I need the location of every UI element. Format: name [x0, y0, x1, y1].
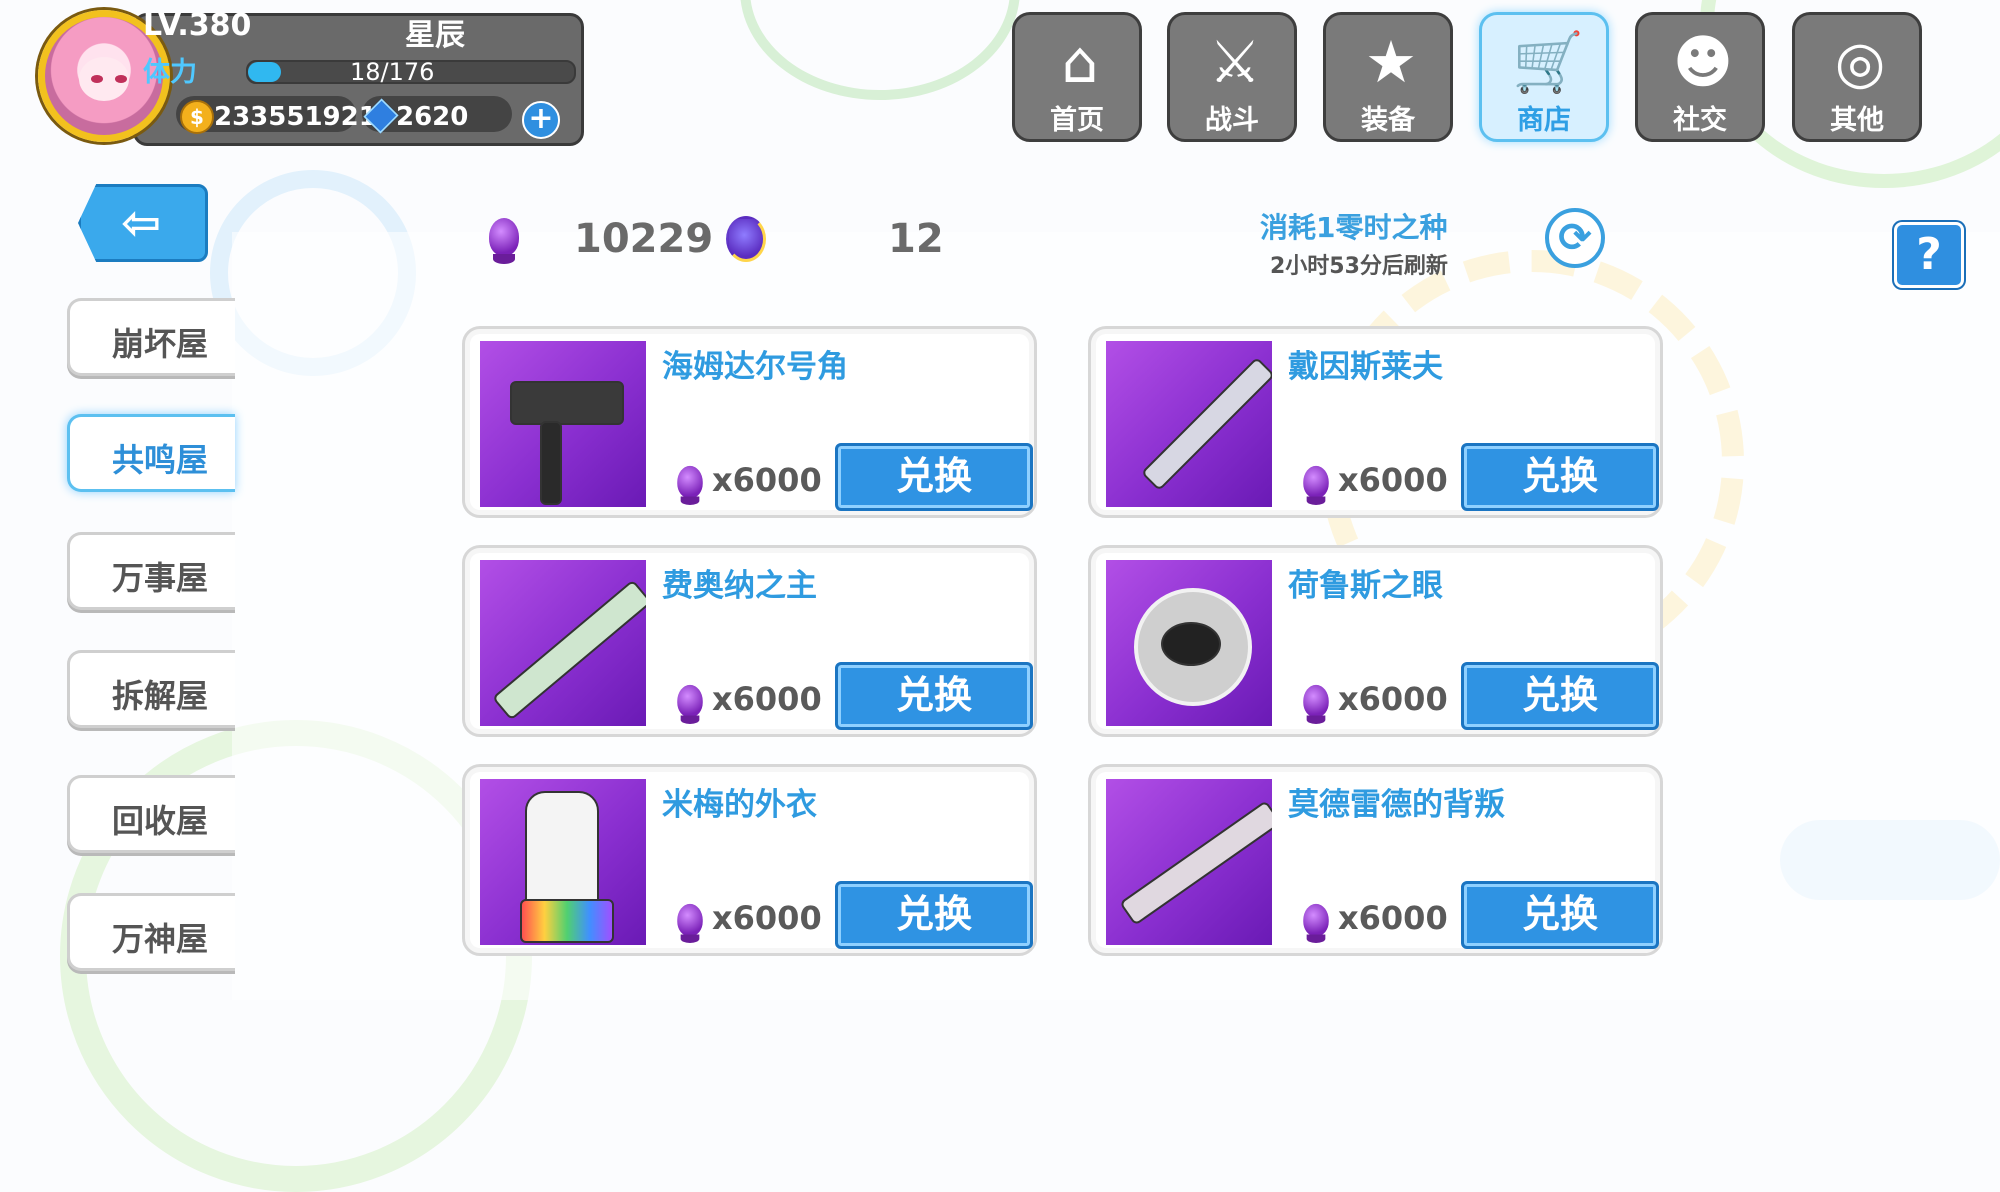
home-icon: ⌂	[1061, 28, 1099, 96]
price-crystal-icon	[1303, 684, 1329, 724]
item-name: 海姆达尔号角	[662, 349, 848, 385]
seed-icon	[726, 216, 766, 262]
player-name: 星辰	[405, 18, 465, 53]
nav-label: 首页	[1050, 105, 1104, 136]
side-tab-huishou[interactable]: 回收屋	[67, 775, 235, 853]
coat-hem	[520, 899, 614, 943]
seed-amount: 12	[888, 216, 944, 262]
item-price: x6000	[1338, 899, 1448, 937]
side-tab-label: 崩坏屋	[111, 325, 208, 363]
side-tab-label: 共鸣屋	[111, 441, 208, 479]
price-crystal-icon	[677, 465, 703, 505]
shop-item-card: 海姆达尔号角 x6000 兑换	[462, 326, 1037, 518]
back-arrow-icon: ⇦	[121, 195, 162, 251]
price-crystal-icon	[677, 903, 703, 943]
nav-other[interactable]: ◎ 其他	[1792, 12, 1922, 142]
item-price: x6000	[1338, 680, 1448, 718]
avatar-eye	[115, 75, 127, 83]
side-tab-wanshen[interactable]: 万神屋	[67, 893, 235, 971]
refresh-timer: 2小时53分后刷新	[1270, 254, 1448, 279]
launcher-stand	[540, 421, 562, 505]
sword-blade	[1140, 356, 1272, 492]
shop-item-card: 戴因斯莱夫 x6000 兑换	[1088, 326, 1663, 518]
shop-item-card: 费奥纳之主 x6000 兑换	[462, 545, 1037, 737]
item-price: x6000	[712, 680, 822, 718]
crystal-amount: 10229	[574, 216, 714, 262]
battle-icon: ⚔	[1209, 28, 1261, 96]
shop-item-card: 荷鲁斯之眼 x6000 兑换	[1088, 545, 1663, 737]
nav-battle[interactable]: ⚔ 战斗	[1167, 12, 1297, 142]
item-image	[1106, 560, 1272, 726]
price-crystal-icon	[1303, 465, 1329, 505]
nav-label: 商店	[1517, 105, 1571, 136]
item-price: x6000	[712, 461, 822, 499]
side-tab-gongming[interactable]: 共鸣屋	[67, 414, 235, 492]
item-image	[480, 560, 646, 726]
back-button[interactable]: ⇦	[78, 184, 208, 262]
avatar-eye	[91, 75, 103, 83]
refresh-cost: 消耗1零时之种	[1260, 211, 1448, 244]
gem-amount: 2620	[396, 102, 469, 132]
item-name: 费奥纳之主	[662, 568, 817, 604]
player-level: LV.380	[143, 8, 252, 43]
item-image	[1106, 779, 1272, 945]
nav-equipment[interactable]: ★ 装备	[1323, 12, 1453, 142]
coat-body	[525, 791, 599, 915]
refresh-button[interactable]: ⟳	[1545, 208, 1605, 268]
nav-home[interactable]: ⌂ 首页	[1012, 12, 1142, 142]
coin-icon: $	[180, 100, 214, 134]
side-tab-chaijie[interactable]: 拆解屋	[67, 650, 235, 728]
item-name: 荷鲁斯之眼	[1288, 568, 1443, 604]
item-name: 米梅的外衣	[662, 787, 817, 823]
nav-label: 社交	[1673, 105, 1727, 136]
side-tab-label: 回收屋	[111, 802, 208, 840]
item-price: x6000	[712, 899, 822, 937]
nav-label: 其他	[1830, 105, 1884, 136]
side-tab-wanshi[interactable]: 万事屋	[67, 532, 235, 610]
shop-item-card: 莫德雷德的背叛 x6000 兑换	[1088, 764, 1663, 956]
exchange-button[interactable]: 兑换	[1461, 662, 1659, 730]
other-icon: ◎	[1834, 28, 1886, 96]
item-name: 莫德雷德的背叛	[1288, 787, 1505, 823]
item-image	[1106, 341, 1272, 507]
nav-social[interactable]: ☻ 社交	[1635, 12, 1765, 142]
bg-ring	[740, 0, 1020, 100]
price-crystal-icon	[1303, 903, 1329, 943]
side-tab-benghuai[interactable]: 崩坏屋	[67, 298, 235, 376]
item-image	[480, 779, 646, 945]
nav-shop[interactable]: 🛒 商店	[1479, 12, 1609, 142]
exchange-button[interactable]: 兑换	[835, 881, 1033, 949]
stamina-fill	[248, 62, 282, 82]
refresh-icon: ⟳	[1558, 215, 1592, 261]
item-image	[480, 341, 646, 507]
stamina-label: 体力	[143, 57, 197, 88]
launcher-body	[510, 381, 624, 425]
add-gems-button[interactable]: +	[522, 101, 560, 139]
shop-icon: 🛒	[1512, 28, 1585, 96]
exchange-button[interactable]: 兑换	[835, 662, 1033, 730]
side-tab-label: 拆解屋	[111, 677, 208, 715]
social-icon: ☻	[1672, 28, 1734, 96]
item-price: x6000	[1338, 461, 1448, 499]
exchange-button[interactable]: 兑换	[835, 443, 1033, 511]
exchange-button[interactable]: 兑换	[1461, 881, 1659, 949]
emblem-eye	[1161, 622, 1221, 666]
stamina-value: 18/176	[350, 58, 435, 86]
shop-item-card: 米梅的外衣 x6000 兑换	[462, 764, 1037, 956]
nav-label: 装备	[1361, 105, 1415, 136]
price-crystal-icon	[677, 684, 703, 724]
equipment-icon: ★	[1365, 28, 1417, 96]
nav-label: 战斗	[1205, 105, 1259, 136]
side-tab-label: 万事屋	[111, 559, 208, 597]
rifle-body	[1119, 800, 1272, 926]
exchange-button[interactable]: 兑换	[1461, 443, 1659, 511]
item-name: 戴因斯莱夫	[1288, 349, 1443, 385]
rifle-body	[491, 579, 646, 721]
help-button[interactable]: ?	[1894, 222, 1964, 288]
side-tab-label: 万神屋	[111, 920, 208, 958]
gold-amount: 233551921	[214, 102, 377, 132]
crystal-icon	[489, 218, 519, 264]
